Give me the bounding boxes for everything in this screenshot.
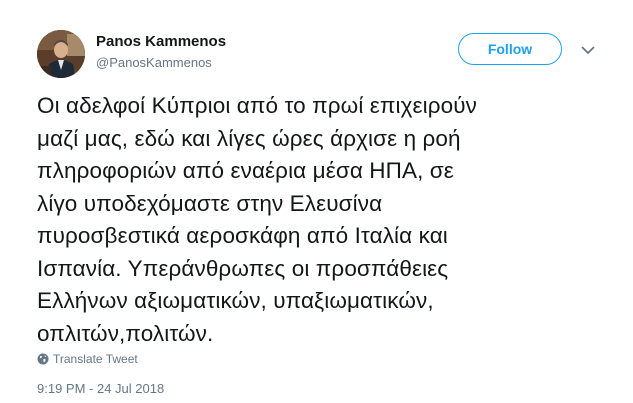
tweet-text-line: οπλιτών,πολιτών.	[37, 320, 214, 346]
tweet-text-line: λίγο υποδεχόμαστε στην Ελευσίνα	[37, 190, 383, 216]
tweet-text-line: Ισπανία. Υπεράνθρωπες οι προσπάθειες	[37, 255, 449, 281]
author-display-name[interactable]: Panos Kammenos	[96, 33, 226, 50]
tweet-menu-button[interactable]	[578, 40, 598, 60]
chevron-down-icon	[581, 46, 595, 54]
globe-icon	[37, 353, 49, 365]
translate-tweet-link[interactable]: Translate Tweet	[37, 352, 138, 366]
tweet-text-line: Ελλήνων αξιωματικών, υπαξιωματικών,	[37, 288, 434, 313]
tweet-text-line: πυροσβεστικά αεροσκάφη από Ιταλία και	[37, 223, 448, 248]
tweet-text-line: πληροφοριών από εναέρια μέσα ΗΠΑ, σε	[37, 158, 454, 183]
tweet-text-line: Οι αδελφοί Κύπριοι από το πρωί επιχειρού…	[37, 93, 478, 118]
tweet-timestamp[interactable]: 9:19 PM - 24 Jul 2018	[37, 381, 164, 396]
translate-tweet-label: Translate Tweet	[53, 352, 138, 366]
author-handle[interactable]: @PanosKammenos	[96, 55, 212, 70]
follow-button[interactable]: Follow	[458, 33, 562, 65]
tweet-text: Οι αδελφοί Κύπριοι από το πρωί επιχειρού…	[37, 90, 597, 350]
avatar-photo	[37, 30, 85, 78]
avatar[interactable]	[37, 30, 85, 78]
tweet-text-line: μαζί μας, εδώ και λίγες ώρες άρχισε η ρο…	[37, 125, 461, 151]
tweet-card: Panos Kammenos @PanosKammenos Follow Οι …	[0, 0, 633, 403]
